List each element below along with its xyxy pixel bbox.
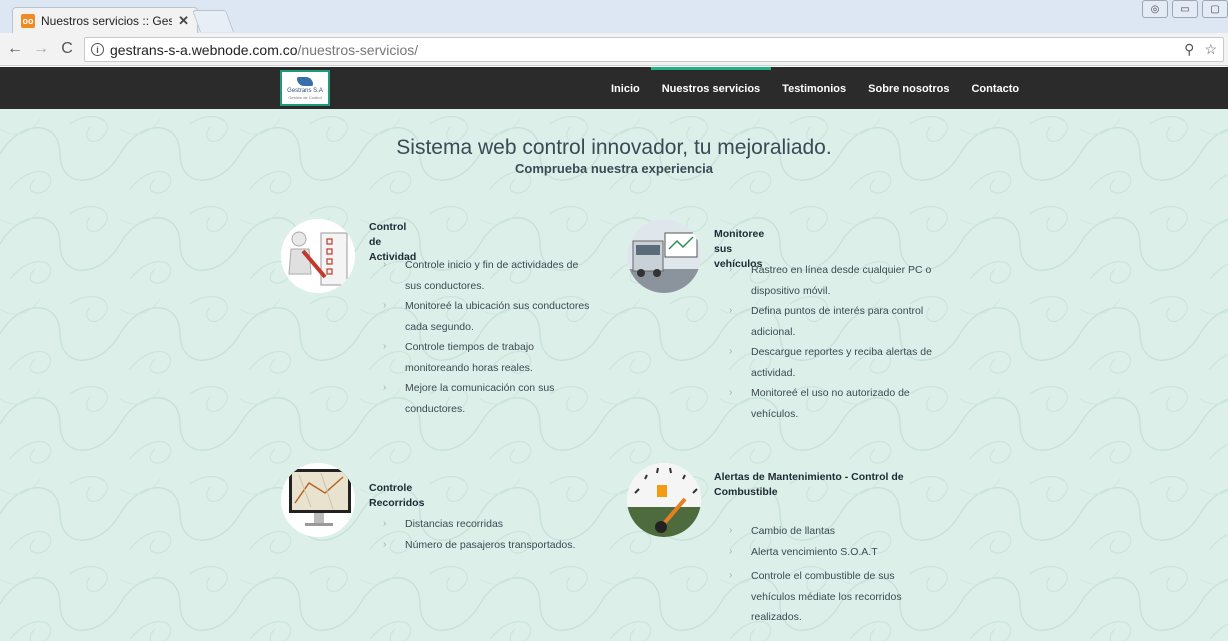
- main-content: Sistema web control innovador, tu mejora…: [0, 109, 1228, 641]
- service-title: Alertas de Mantenimiento - Control de Com…: [714, 471, 904, 498]
- logo-tagline: Gestión de Control: [288, 94, 322, 100]
- service-title: Controle Recorridos: [369, 482, 425, 509]
- nav-sobre-nosotros[interactable]: Sobre nosotros: [857, 67, 960, 109]
- list-item: conductores.: [405, 402, 466, 415]
- nav-testimonios[interactable]: Testimonios: [771, 67, 857, 109]
- back-arrow-icon[interactable]: ←: [4, 40, 26, 58]
- tab-close-icon[interactable]: ✕: [178, 13, 189, 29]
- list-item: vehículos médiate los recorridos: [751, 590, 902, 603]
- list-item: › Controle inicio y fin de actividades de: [383, 259, 579, 271]
- hero-subtitle: Comprueba nuestra experiencia: [515, 161, 713, 176]
- service-list: › Rastreo en línea desde cualquier PC o d…: [729, 260, 969, 424]
- list-item: dispositivo móvil.: [751, 284, 831, 297]
- favicon-icon: oo: [21, 13, 35, 28]
- main-nav: Inicio Nuestros servicios Testimonios So…: [600, 67, 1030, 109]
- list-item: monitoreando horas reales.: [405, 361, 533, 374]
- fuel-gauge-icon: [627, 463, 701, 537]
- list-item: › Alerta vencimiento S.O.A.T: [729, 545, 878, 558]
- list-item: actividad.: [751, 366, 796, 379]
- checklist-figure-icon: [281, 219, 355, 293]
- list-item: › Rastreo en línea desde cualquier PC o: [729, 264, 932, 276]
- list-item: › Mejore la comunicación con sus: [383, 382, 555, 394]
- site-logo[interactable]: Gestrans S.A Gestión de Control: [280, 70, 330, 106]
- list-item: › Monitoreé el uso no autorizado de: [729, 387, 910, 399]
- minimize-button[interactable]: ▭: [1172, 0, 1198, 18]
- map-monitor-icon: [281, 463, 355, 537]
- browser-toolbar: ← → C i gestrans-s-a.webnode.com.co /nue…: [0, 33, 1228, 66]
- truck-monitor-icon: [627, 219, 701, 293]
- site-header: Gestrans S.A Gestión de Control Inicio N…: [0, 67, 1228, 109]
- zoom-icon[interactable]: ⚲: [1184, 41, 1194, 58]
- list-item: sus conductores.: [405, 279, 485, 292]
- nav-inicio[interactable]: Inicio: [600, 67, 651, 109]
- reload-icon[interactable]: C: [56, 40, 78, 58]
- url-host: gestrans-s-a.webnode.com.co: [110, 41, 298, 58]
- browser-tab[interactable]: oo Nuestros servicios :: Gest ✕: [12, 7, 198, 33]
- info-icon[interactable]: i: [91, 43, 104, 56]
- new-tab-button[interactable]: [191, 10, 235, 32]
- list-item: › Distancias recorridas: [383, 518, 504, 530]
- list-item: realizados.: [751, 611, 802, 623]
- user-icon[interactable]: ◎: [1142, 0, 1168, 18]
- logo-mark-icon: [297, 76, 313, 86]
- list-item: › Monitoreé la ubicación sus conductores: [383, 300, 590, 312]
- maximize-button[interactable]: ▢: [1202, 0, 1228, 18]
- list-item: cada segundo.: [405, 320, 474, 333]
- service-list: › Distancias recorridas › Número de pasaje…: [383, 514, 623, 555]
- nav-contacto[interactable]: Contacto: [960, 67, 1030, 109]
- list-item: › Descargue reportes y reciba alertas de: [729, 346, 932, 358]
- truck-image: [627, 219, 701, 293]
- logo-name: Gestrans S.A: [287, 87, 323, 94]
- star-icon[interactable]: ☆: [1204, 41, 1217, 58]
- map-monitor-image: [281, 463, 355, 537]
- list-item: adicional.: [751, 325, 796, 338]
- tab-title: Nuestros servicios :: Gest: [41, 13, 173, 28]
- list-item: › Número de pasajeros transportados.: [383, 538, 576, 551]
- forward-arrow-icon[interactable]: →: [30, 40, 52, 58]
- list-item: › Controle el combustible de sus: [729, 570, 895, 582]
- window-controls: ◎ ▭ ▢: [1142, 0, 1228, 18]
- list-item: › Defina puntos de interés para control: [729, 305, 924, 317]
- nav-nuestros-servicios[interactable]: Nuestros servicios: [651, 67, 771, 109]
- list-item: › Cambio de llantas: [729, 525, 836, 537]
- url-path: /nuestros-servicios/: [297, 41, 419, 58]
- list-item: vehículos.: [751, 407, 799, 420]
- service-list: › Controle inicio y fin de actividades de…: [383, 255, 623, 419]
- service-list: › Cambio de llantas › Alerta vencimiento S…: [729, 521, 969, 628]
- checklist-image: [281, 219, 355, 293]
- address-bar[interactable]: i gestrans-s-a.webnode.com.co /nuestros-…: [84, 37, 1224, 62]
- list-item: › Controle tiempos de trabajo: [383, 341, 534, 353]
- fuel-gauge-image: [627, 463, 701, 537]
- browser-tabstrip: oo Nuestros servicios :: Gest ✕ ◎ ▭ ▢: [0, 0, 1228, 33]
- hero-title: Sistema web control innovador, tu mejora…: [396, 136, 832, 159]
